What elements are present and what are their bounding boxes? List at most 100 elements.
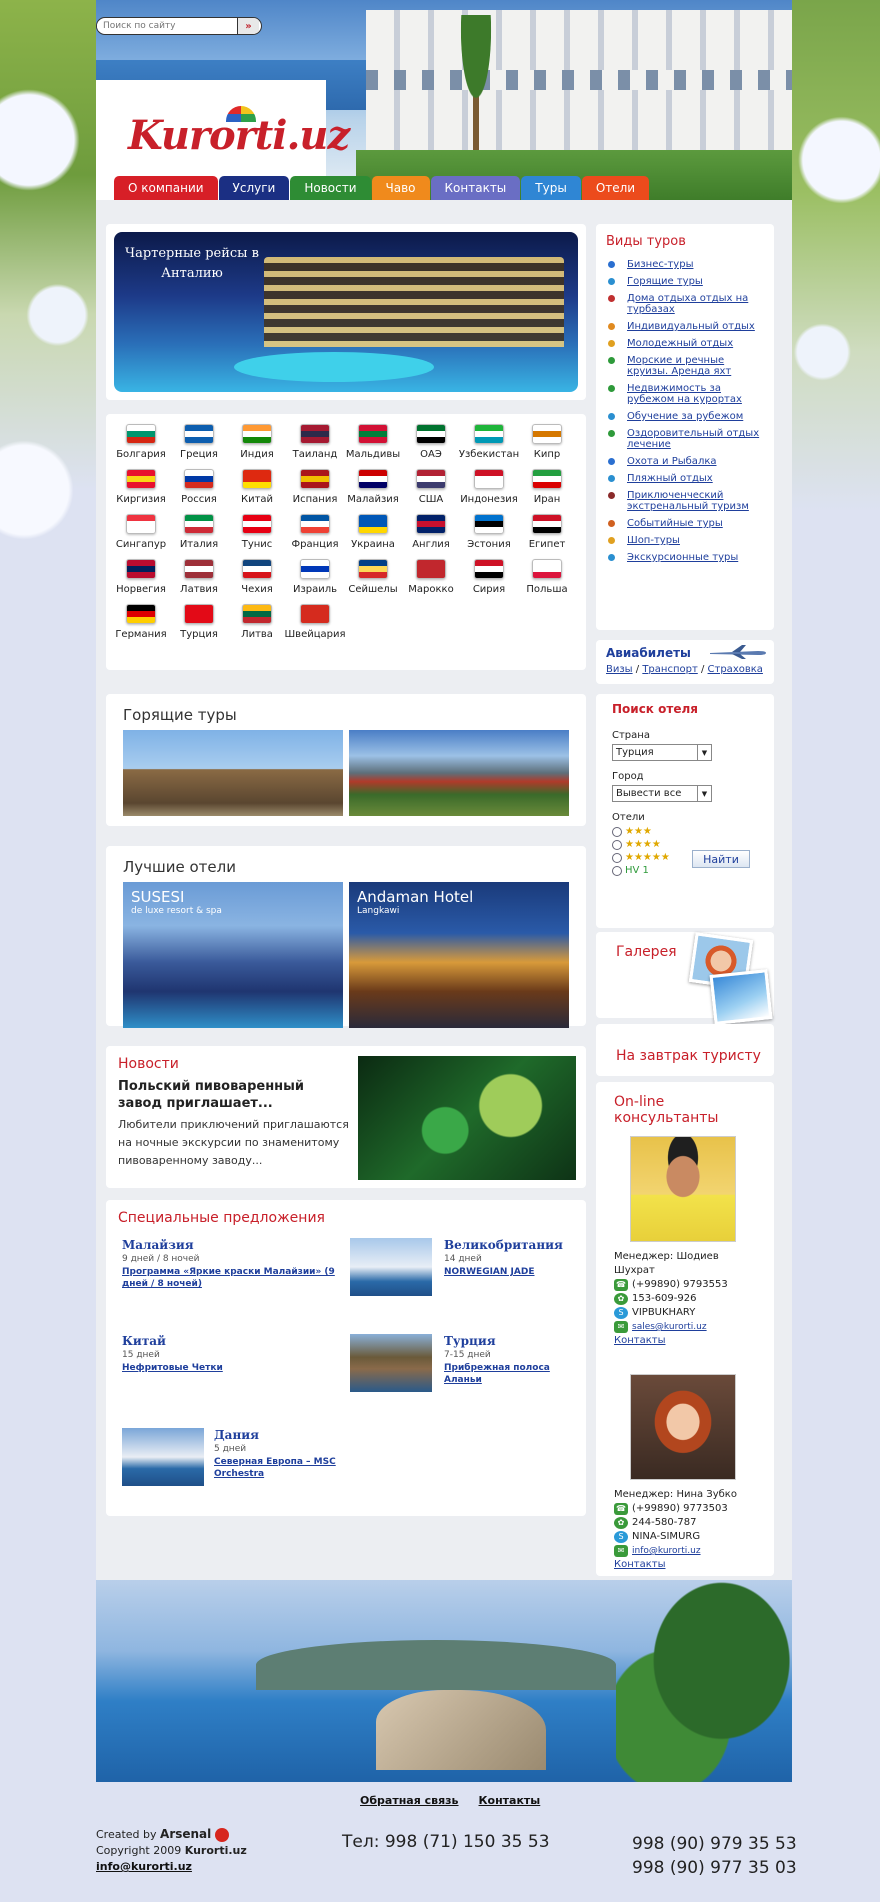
country-item[interactable]: Германия xyxy=(112,604,170,640)
country-item[interactable]: Мальдивы xyxy=(344,424,402,460)
country-item[interactable]: Италия xyxy=(170,514,228,550)
country-item[interactable]: Болгария xyxy=(112,424,170,460)
footer-email[interactable]: info@kurorti.uz xyxy=(96,1860,192,1873)
tour-type-link[interactable]: Приключенческий экстренальный туризм xyxy=(627,490,764,512)
tour-type-link[interactable]: Охота и Рыбалка xyxy=(627,456,717,467)
decorative-left-frame xyxy=(0,0,96,700)
tour-type-link[interactable]: Молодежный отдых xyxy=(627,338,733,349)
country-item[interactable]: Сингапур xyxy=(112,514,170,550)
country-item[interactable]: Испания xyxy=(286,469,344,505)
country-item[interactable]: Китай xyxy=(228,469,286,505)
tour-type-link[interactable]: Морские и речные круизы. Аренда яхт xyxy=(627,355,764,377)
city-select[interactable]: Вывести все ▼ xyxy=(612,785,712,802)
nav-item[interactable]: Контакты xyxy=(430,176,521,200)
find-button[interactable]: Найти xyxy=(692,850,750,868)
country-item[interactable]: Узбекистан xyxy=(459,424,519,460)
offer-image-orchestra[interactable] xyxy=(122,1428,204,1486)
offer-link[interactable]: NORWEGIAN JADE xyxy=(444,1267,535,1277)
tour-type-link[interactable]: Дома отдыха отдых на турбазах xyxy=(627,293,764,315)
nav-item[interactable]: О компании xyxy=(114,176,218,200)
consultant-email[interactable]: sales@kurorti.uz xyxy=(632,1320,707,1334)
offer-link[interactable]: Прибрежная полоса Аланьи xyxy=(444,1363,550,1385)
country-item[interactable]: Малайзия xyxy=(344,469,402,505)
footer-contacts-link[interactable]: Контакты xyxy=(479,1794,541,1807)
consultant-contacts-link[interactable]: Контакты xyxy=(614,1335,665,1346)
country-item[interactable]: Норвегия xyxy=(112,559,170,595)
country-label: Страна xyxy=(612,730,650,741)
arsenal-brand[interactable]: Arsenal xyxy=(160,1827,211,1841)
country-item[interactable]: Чехия xyxy=(228,559,286,595)
country-item[interactable]: Эстония xyxy=(460,514,518,550)
country-item[interactable]: Сейшелы xyxy=(344,559,402,595)
nav-item[interactable]: Чаво xyxy=(371,176,430,200)
consultant-email[interactable]: info@kurorti.uz xyxy=(632,1544,701,1558)
transport-link[interactable]: Транспорт xyxy=(642,664,697,675)
tour-type-link[interactable]: Горящие туры xyxy=(627,276,703,287)
nav-item[interactable]: Туры xyxy=(521,176,581,200)
rating-radio-4[interactable]: ★★★★ xyxy=(612,839,758,850)
country-item[interactable]: Индия xyxy=(228,424,286,460)
tour-type-item: Бизнес-туры xyxy=(606,259,764,270)
tour-type-link[interactable]: Пляжный отдых xyxy=(627,473,713,484)
insurance-link[interactable]: Страховка xyxy=(708,664,763,675)
nav-item[interactable]: Новости xyxy=(290,176,371,200)
country-item[interactable]: Тунис xyxy=(228,514,286,550)
icq-icon: ✿ xyxy=(614,1517,628,1529)
consultant-contacts-link[interactable]: Контакты xyxy=(614,1559,665,1570)
hot-tour-photo-mountains[interactable] xyxy=(349,730,569,816)
country-item[interactable]: ОАЭ xyxy=(402,424,460,460)
country-item[interactable]: Англия xyxy=(402,514,460,550)
news-headline[interactable]: Польский пивоваренный завод приглашает..… xyxy=(118,1078,348,1112)
flag-icon xyxy=(416,424,446,444)
tour-type-link[interactable]: Событийные туры xyxy=(627,518,723,529)
country-item[interactable]: Сирия xyxy=(460,559,518,595)
country-select[interactable]: Турция ▼ xyxy=(612,744,712,761)
country-item[interactable]: Турция xyxy=(170,604,228,640)
country-item[interactable]: Кипр xyxy=(518,424,576,460)
country-item[interactable]: Латвия xyxy=(170,559,228,595)
country-item[interactable]: Швейцария xyxy=(284,604,346,640)
hot-tour-photo-samarkand[interactable] xyxy=(123,730,343,816)
tour-type-link[interactable]: Бизнес-туры xyxy=(627,259,693,270)
hotel-card-susesi[interactable]: SUSESI de luxe resort & spa xyxy=(123,882,343,1028)
country-item[interactable]: Индонезия xyxy=(460,469,518,505)
country-item[interactable]: США xyxy=(402,469,460,505)
tour-type-link[interactable]: Оздоровительный отдых лечение xyxy=(627,428,764,450)
country-item[interactable]: Литва xyxy=(228,604,286,640)
nav-item[interactable]: Отели xyxy=(581,176,650,200)
breakfast-section[interactable]: На завтрак туристу xyxy=(596,1024,774,1076)
country-item[interactable]: Египет xyxy=(518,514,576,550)
offer-item: Турция 7-15 дней Прибрежная полоса Алань… xyxy=(444,1334,574,1386)
country-item[interactable]: Таиланд xyxy=(286,424,344,460)
charter-banner[interactable]: Чартерные рейсы в Анталию xyxy=(106,224,586,400)
offer-image-alanya[interactable] xyxy=(350,1334,432,1392)
offer-link[interactable]: Нефритовые Четки xyxy=(122,1363,223,1373)
gallery-section[interactable]: Галерея xyxy=(596,932,774,1025)
country-item[interactable]: Франция xyxy=(286,514,344,550)
offer-image-cruise[interactable] xyxy=(350,1238,432,1296)
tour-type-link[interactable]: Экскурсионные туры xyxy=(627,552,738,563)
country-item[interactable]: Греция xyxy=(170,424,228,460)
rating-radio-3[interactable]: ★★★ xyxy=(612,826,758,837)
offer-link[interactable]: Северная Европа – MSC Orchestra xyxy=(214,1457,336,1479)
country-item[interactable]: Польша xyxy=(518,559,576,595)
country-item[interactable]: Украина xyxy=(344,514,402,550)
search-go-button[interactable]: » xyxy=(237,18,259,34)
country-item[interactable]: Израиль xyxy=(286,559,344,595)
country-item[interactable]: Киргизия xyxy=(112,469,170,505)
country-name: США xyxy=(418,494,444,505)
country-item[interactable]: Иран xyxy=(518,469,576,505)
tour-type-link[interactable]: Недвижимость за рубежом на курортах xyxy=(627,383,764,405)
country-item[interactable]: Марокко xyxy=(402,559,460,595)
feedback-link[interactable]: Обратная связь xyxy=(360,1794,459,1807)
nav-item[interactable]: Услуги xyxy=(218,176,290,200)
country-item[interactable]: Россия xyxy=(170,469,228,505)
search-input[interactable] xyxy=(97,21,237,31)
hotel-card-andaman[interactable]: Andaman Hotel Langkawi xyxy=(349,882,569,1028)
tour-type-link[interactable]: Шоп-туры xyxy=(627,535,680,546)
tour-type-link[interactable]: Индивидуальный отдых xyxy=(627,321,755,332)
offer-link[interactable]: Программа «Яркие краски Малайзии» (9 дне… xyxy=(122,1267,335,1289)
visas-link[interactable]: Визы xyxy=(606,664,633,675)
tour-type-link[interactable]: Обучение за рубежом xyxy=(627,411,743,422)
news-image[interactable] xyxy=(358,1056,576,1180)
